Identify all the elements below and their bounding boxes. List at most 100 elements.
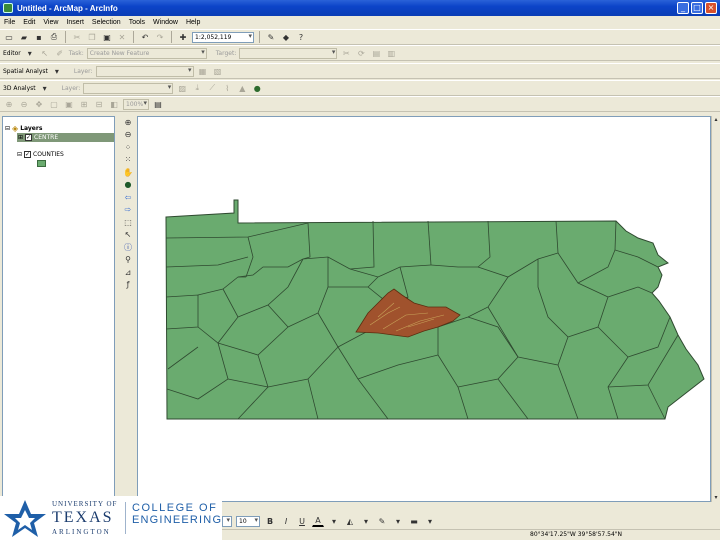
- maximize-button[interactable]: □: [691, 2, 703, 14]
- new-document-icon[interactable]: ▭: [3, 31, 15, 43]
- edit-tool-icon[interactable]: ↖: [39, 47, 51, 59]
- pan-page-icon[interactable]: ✥: [33, 98, 45, 110]
- zoom-in-page-icon[interactable]: ⊕: [3, 98, 15, 110]
- zoom-whole-page-icon[interactable]: ▢: [48, 98, 60, 110]
- menu-window[interactable]: Window: [153, 19, 178, 26]
- 3d-analyst-menu[interactable]: 3D Analyst: [3, 85, 36, 92]
- line-of-sight-icon[interactable]: ⟋: [206, 82, 218, 94]
- chevron-down-icon[interactable]: ▾: [360, 515, 372, 527]
- save-icon[interactable]: ▪: [33, 31, 45, 43]
- font-name-combo[interactable]: [222, 515, 232, 527]
- chevron-down-icon[interactable]: ▾: [424, 515, 436, 527]
- chevron-down-icon[interactable]: ▾: [39, 82, 51, 94]
- toc-layer-centre[interactable]: ⊞ ✓ CENTRE: [17, 133, 114, 142]
- sketch-properties-icon[interactable]: ▥: [385, 47, 397, 59]
- 3d-layer-combo[interactable]: [83, 82, 174, 94]
- histogram-icon[interactable]: ▦: [197, 65, 209, 77]
- arcscene-icon[interactable]: ▲: [236, 82, 248, 94]
- select-elements-icon[interactable]: ↖: [122, 229, 134, 242]
- task-combo[interactable]: Create New Feature: [86, 47, 207, 59]
- zoom-out-icon[interactable]: ⊖: [122, 129, 134, 142]
- hyperlink-icon[interactable]: ƒ: [122, 279, 134, 292]
- font-color-button[interactable]: A: [312, 515, 324, 527]
- menu-selection[interactable]: Selection: [92, 19, 121, 26]
- open-folder-icon[interactable]: ▰: [18, 31, 30, 43]
- map-scale-combo[interactable]: 1:2,052,119: [192, 31, 254, 43]
- menu-insert[interactable]: Insert: [66, 19, 84, 26]
- cut-icon[interactable]: ✂: [71, 31, 83, 43]
- collapse-icon[interactable]: ⊟: [5, 125, 10, 132]
- redo-icon[interactable]: ↷: [154, 31, 166, 43]
- profile-graph-icon[interactable]: ⌇: [221, 82, 233, 94]
- copy-icon[interactable]: ❐: [86, 31, 98, 43]
- menu-help[interactable]: Help: [186, 19, 200, 26]
- font-size-combo[interactable]: 10: [236, 515, 260, 527]
- pan-hand-icon[interactable]: ✋: [122, 166, 134, 179]
- menu-file[interactable]: File: [4, 19, 15, 26]
- fixed-zoom-out-icon[interactable]: ⁙: [122, 154, 134, 167]
- forward-extent-icon[interactable]: ⇨: [122, 204, 134, 217]
- italic-button[interactable]: I: [280, 515, 292, 527]
- contour-tool-icon[interactable]: ▨: [176, 82, 188, 94]
- identify-icon[interactable]: ⓘ: [122, 241, 134, 254]
- editor-menu[interactable]: Editor: [3, 50, 21, 57]
- map-canvas[interactable]: [138, 117, 710, 501]
- chevron-down-icon[interactable]: ▾: [51, 65, 63, 77]
- delete-icon[interactable]: ✕: [116, 31, 128, 43]
- scroll-up-icon[interactable]: ▴: [712, 116, 720, 124]
- sketch-tool-icon[interactable]: ✐: [54, 47, 66, 59]
- print-icon[interactable]: ⎙: [48, 31, 60, 43]
- close-button[interactable]: ×: [705, 2, 717, 14]
- attributes-icon[interactable]: ▤: [370, 47, 382, 59]
- menu-tools[interactable]: Tools: [129, 19, 145, 26]
- chevron-down-icon[interactable]: ▾: [24, 47, 36, 59]
- editor-toolbar-icon[interactable]: ✎: [265, 31, 277, 43]
- layer-visibility-checkbox[interactable]: ✓: [25, 134, 33, 141]
- add-data-icon[interactable]: ✚: [177, 31, 189, 43]
- spatial-layer-combo[interactable]: [95, 65, 194, 77]
- fixed-zoom-in-icon[interactable]: ⊞: [78, 98, 90, 110]
- chevron-down-icon[interactable]: ▾: [328, 515, 340, 527]
- steepest-path-icon[interactable]: ⤓: [191, 82, 203, 94]
- minimize-button[interactable]: _: [677, 2, 689, 14]
- underline-button[interactable]: U: [296, 515, 308, 527]
- layer-visibility-checkbox[interactable]: ✓: [24, 151, 32, 158]
- county-fill-swatch[interactable]: [37, 160, 46, 167]
- chevron-down-icon[interactable]: ▾: [392, 515, 404, 527]
- layout-zoom-combo[interactable]: 100%: [123, 98, 149, 110]
- fixed-zoom-in-icon[interactable]: ⁘: [122, 141, 134, 154]
- select-features-icon[interactable]: ⬚: [122, 216, 134, 229]
- toc-layer-counties[interactable]: ⊟ ✓ COUNTIES: [17, 151, 64, 158]
- rotate-tool-icon[interactable]: ⟳: [355, 47, 367, 59]
- back-extent-icon[interactable]: ⇦: [122, 191, 134, 204]
- expand-icon[interactable]: ⊞: [18, 134, 23, 141]
- fixed-zoom-out-icon[interactable]: ⊟: [93, 98, 105, 110]
- zoom-in-icon[interactable]: ⊕: [122, 116, 134, 129]
- fill-color-icon[interactable]: ◭: [344, 515, 356, 527]
- menu-view[interactable]: View: [43, 19, 58, 26]
- arctoolbox-icon[interactable]: ◆: [280, 31, 292, 43]
- scroll-down-icon[interactable]: ▾: [712, 494, 720, 502]
- map-view[interactable]: [137, 116, 711, 502]
- collapse-icon[interactable]: ⊟: [17, 151, 22, 158]
- zoom-out-page-icon[interactable]: ⊖: [18, 98, 30, 110]
- map-vertical-scrollbar[interactable]: ▴ ▾: [711, 116, 720, 502]
- zoom-100-icon[interactable]: ▣: [63, 98, 75, 110]
- paste-icon[interactable]: ▣: [101, 31, 113, 43]
- marker-color-icon[interactable]: ▬: [408, 515, 420, 527]
- spatial-analyst-menu[interactable]: Spatial Analyst: [3, 68, 48, 75]
- line-color-icon[interactable]: ✎: [376, 515, 388, 527]
- bold-button[interactable]: B: [264, 515, 276, 527]
- contour-icon[interactable]: ▧: [212, 65, 224, 77]
- previous-extent-icon[interactable]: ◧: [108, 98, 120, 110]
- full-extent-icon[interactable]: ●: [122, 179, 134, 192]
- legend-symbol[interactable]: [37, 160, 46, 167]
- toggle-draft-mode-icon[interactable]: ▤: [152, 98, 164, 110]
- split-tool-icon[interactable]: ✂: [340, 47, 352, 59]
- whats-this-icon[interactable]: ?: [295, 31, 307, 43]
- find-binoculars-icon[interactable]: ⚲: [122, 254, 134, 267]
- undo-icon[interactable]: ↶: [139, 31, 151, 43]
- measure-icon[interactable]: ⊿: [122, 266, 134, 279]
- menu-edit[interactable]: Edit: [23, 19, 35, 26]
- toc-data-frame[interactable]: ⊟ ◈ Layers: [5, 124, 42, 133]
